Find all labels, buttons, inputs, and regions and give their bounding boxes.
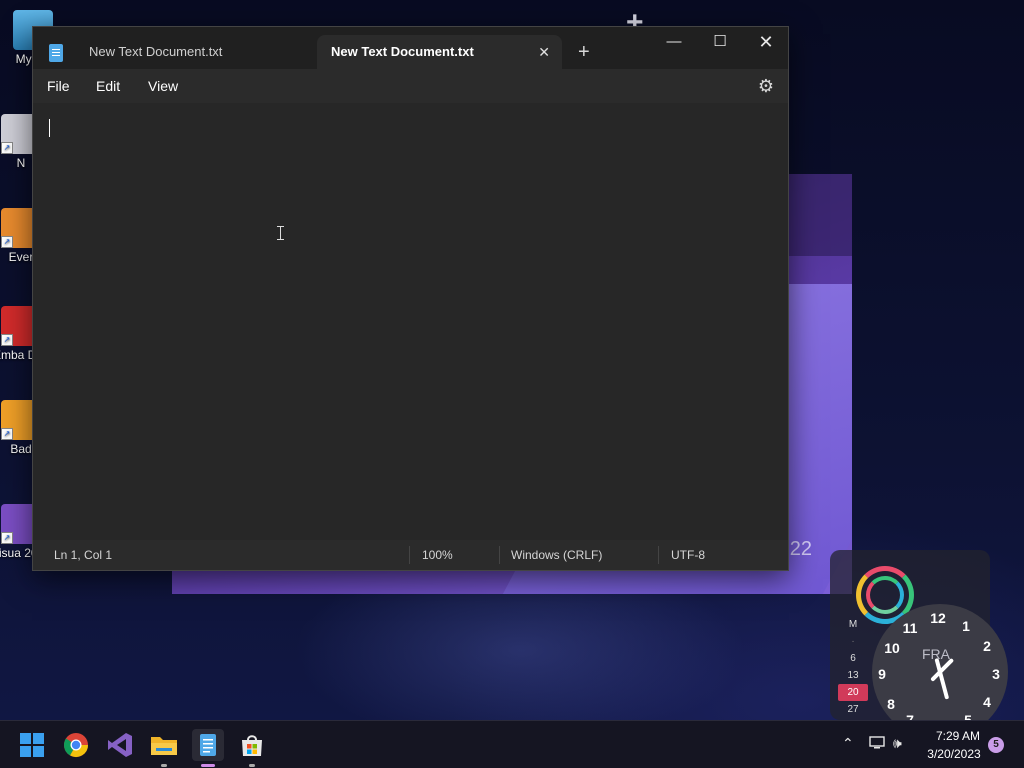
status-zoom[interactable]: 100% — [422, 548, 453, 562]
shortcut-arrow-icon: ↗ — [1, 142, 13, 154]
status-divider — [658, 546, 659, 564]
calendar-day: 6 — [850, 653, 856, 664]
tab-new-text-document-2[interactable]: New Text Document.txt ✕ — [317, 35, 562, 69]
clock-numeral: 2 — [983, 638, 991, 654]
calendar-day-today: 20 — [838, 684, 868, 701]
windows-logo-tile — [20, 746, 31, 757]
status-line-endings[interactable]: Windows (CRLF) — [511, 548, 602, 562]
volume-icon[interactable]: 🕪 — [893, 735, 902, 768]
mini-calendar: M · 6 13 20 27 — [838, 616, 868, 718]
notepad-icon — [200, 734, 216, 756]
shortcut-arrow-icon: ↗ — [1, 428, 13, 440]
folder-icon — [151, 737, 177, 755]
windows-logo-icon — [20, 733, 31, 744]
windows-logo-tile — [33, 733, 44, 744]
clock-numeral: 12 — [930, 610, 946, 626]
status-divider — [499, 546, 500, 564]
tab-label: New Text Document.txt — [331, 44, 474, 59]
taskbar-chrome[interactable] — [60, 729, 92, 761]
minimize-button[interactable]: — — [651, 27, 697, 59]
notepad-window[interactable]: New Text Document.txt New Text Document.… — [32, 26, 789, 571]
close-tab-icon[interactable]: ✕ — [538, 35, 550, 69]
tab-new-text-document-1[interactable]: New Text Document.txt — [75, 35, 327, 69]
menu-file[interactable]: File — [47, 78, 70, 94]
clock-numeral: 1 — [962, 618, 970, 634]
status-encoding[interactable]: UTF-8 — [671, 548, 705, 562]
new-tab-button[interactable]: + — [578, 41, 590, 64]
shortcut-arrow-icon: ↗ — [1, 532, 13, 544]
maximize-button[interactable]: ☐ — [697, 27, 743, 59]
close-window-button[interactable]: ✕ — [743, 27, 789, 59]
taskbar-visual-studio[interactable] — [104, 729, 136, 761]
clock-numeral: 11 — [902, 620, 918, 636]
menu-edit[interactable]: Edit — [96, 78, 120, 94]
shortcut-arrow-icon: ↗ — [1, 334, 13, 346]
store-icon — [242, 735, 262, 756]
start-button[interactable] — [16, 729, 48, 761]
title-bar[interactable]: New Text Document.txt New Text Document.… — [33, 27, 788, 69]
notification-badge[interactable]: 5 — [988, 737, 1004, 753]
clock-numeral: 3 — [992, 666, 1000, 682]
background-window-text: 22 — [789, 538, 812, 560]
chrome-icon — [63, 733, 88, 758]
clock-numeral: 10 — [884, 640, 900, 656]
network-icon[interactable] — [868, 735, 886, 768]
clock-numeral: 8 — [887, 696, 895, 712]
taskbar-clock-time[interactable]: 7:29 AM — [928, 729, 988, 743]
taskbar-file-explorer[interactable] — [148, 729, 180, 767]
activity-ring-inner-icon — [866, 576, 904, 614]
windows-logo-tile — [33, 746, 44, 757]
running-indicator — [201, 764, 215, 767]
menu-view[interactable]: View — [148, 78, 178, 94]
menu-bar: File Edit View ⚙ — [33, 69, 788, 103]
clock-numeral: 9 — [878, 666, 886, 682]
tab-label: New Text Document.txt — [89, 44, 223, 59]
network-icon-graphic — [869, 736, 885, 749]
taskbar-notepad[interactable] — [192, 729, 224, 767]
taskbar-clock-date[interactable]: 3/20/2023 — [922, 747, 986, 761]
status-divider — [409, 546, 410, 564]
ibeam-cursor-icon — [277, 226, 284, 240]
visual-studio-icon — [108, 733, 132, 757]
taskbar-microsoft-store[interactable] — [236, 729, 268, 767]
settings-gear-icon[interactable]: ⚙ — [758, 76, 774, 97]
shortcut-arrow-icon: ↗ — [1, 236, 13, 248]
calendar-day: · — [851, 636, 855, 647]
calendar-header: M — [848, 619, 858, 630]
text-editor-area[interactable] — [33, 103, 788, 540]
running-indicator — [161, 764, 167, 767]
status-cursor-position: Ln 1, Col 1 — [54, 548, 113, 562]
clock-numeral: 4 — [983, 694, 991, 710]
calendar-day: 27 — [847, 704, 859, 715]
text-caret — [49, 119, 50, 137]
running-indicator — [249, 764, 255, 767]
status-bar: Ln 1, Col 1 100% Windows (CRLF) UTF-8 — [33, 540, 788, 570]
clock-timezone-label: FRA — [922, 646, 950, 662]
chevron-up-icon[interactable]: ⌃ — [842, 735, 854, 768]
taskbar: ⌃ 🕪 7:29 AM 3/20/2023 5 — [0, 720, 1024, 768]
calendar-day: 13 — [847, 670, 859, 681]
notepad-app-icon — [49, 44, 63, 62]
